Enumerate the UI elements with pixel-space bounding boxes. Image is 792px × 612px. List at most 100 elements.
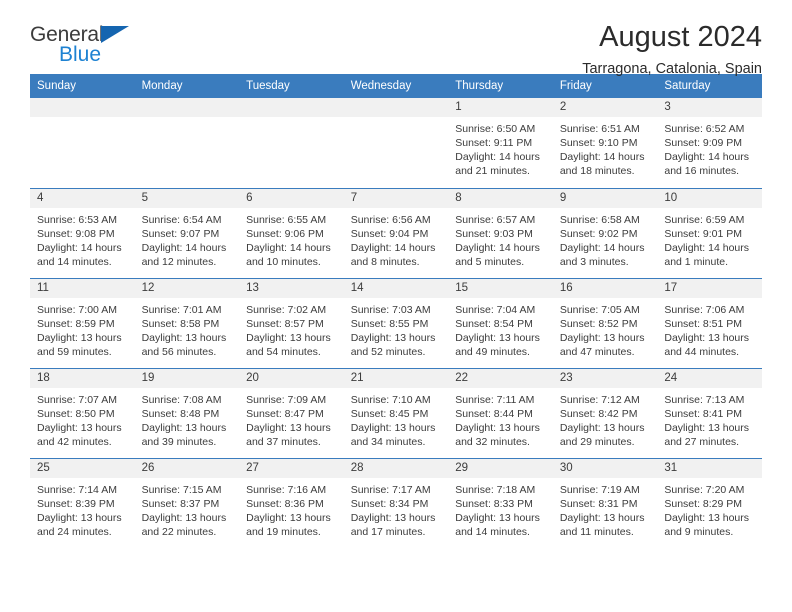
weekday-header-friday: Friday [552, 74, 658, 98]
daylight-text: Daylight: 13 hours [559, 421, 645, 434]
day-details: Sunrise: 7:19 AM Sunset: 8:31 PM Daylight:… [553, 478, 658, 539]
calendar-day-cell[interactable]: 29 Sunrise: 7:18 AM Sunset: 8:33 PM Dayligh… [448, 457, 553, 548]
calendar-day-cell[interactable]: 22 Sunrise: 7:11 AM Sunset: 8:44 PM Dayligh… [448, 367, 553, 458]
day-details: Sunrise: 7:10 AM Sunset: 8:45 PM Daylight:… [344, 388, 449, 449]
calendar-day-cell[interactable]: 31 Sunrise: 7:20 AM Sunset: 8:29 PM Dayligh… [657, 457, 762, 548]
calendar-day-cell[interactable]: 8 Sunrise: 6:57 AM Sunset: 9:03 PM Daylight… [448, 187, 553, 278]
daylight-text: Daylight: 14 hours [350, 241, 436, 254]
sunset-text: Sunset: 8:37 PM [141, 497, 220, 510]
sunset-text: Sunset: 9:04 PM [350, 227, 429, 240]
sunrise-text: Sunrise: 7:05 AM [559, 303, 640, 316]
calendar-day-cell[interactable]: 7 Sunrise: 6:56 AM Sunset: 9:04 PM Daylight… [343, 187, 449, 278]
day-number: 3 [657, 98, 762, 117]
daylight-text: Daylight: 13 hours [350, 331, 436, 344]
day-number: 20 [239, 368, 344, 388]
calendar-day-cell[interactable]: 18 Sunrise: 7:07 AM Sunset: 8:50 PM Dayligh… [30, 367, 135, 458]
calendar-day-cell[interactable]: 25 Sunrise: 7:14 AM Sunset: 8:39 PM Dayligh… [30, 457, 135, 548]
calendar-day-cell[interactable]: 13 Sunrise: 7:02 AM Sunset: 8:57 PM Dayligh… [239, 277, 344, 368]
day-details: Sunrise: 7:11 AM Sunset: 8:44 PM Daylight:… [448, 388, 553, 449]
sunset-text: Sunset: 8:58 PM [141, 317, 220, 330]
calendar-day-cell[interactable]: 11 Sunrise: 7:00 AM Sunset: 8:59 PM Dayligh… [30, 277, 135, 368]
calendar-day-cell[interactable]: 20 Sunrise: 7:09 AM Sunset: 8:47 PM Dayligh… [239, 367, 344, 458]
sunrise-text: Sunrise: 7:08 AM [141, 393, 222, 406]
daylight-text: and 39 minutes. [141, 435, 217, 448]
calendar-day-cell[interactable]: 10 Sunrise: 6:59 AM Sunset: 9:01 PM Dayligh… [657, 187, 762, 278]
day-number: 31 [657, 458, 762, 478]
weekday-header-saturday: Saturday [657, 74, 762, 98]
calendar-day-cell[interactable]: 9 Sunrise: 6:58 AM Sunset: 9:02 PM Daylight… [552, 187, 658, 278]
calendar-day-cell[interactable]: 12 Sunrise: 7:01 AM Sunset: 8:58 PM Dayligh… [134, 277, 240, 368]
daylight-text: and 47 minutes. [559, 345, 635, 358]
daylight-text: Daylight: 14 hours [559, 241, 645, 254]
calendar-day-cell[interactable]: 26 Sunrise: 7:15 AM Sunset: 8:37 PM Dayligh… [134, 457, 240, 548]
calendar-day-cell[interactable]: 2 Sunrise: 6:51 AM Sunset: 9:10 PM Daylight… [552, 98, 658, 188]
day-details: Sunrise: 6:55 AM Sunset: 9:06 PM Daylight:… [239, 208, 344, 269]
sunset-text: Sunset: 8:39 PM [37, 497, 115, 510]
sunrise-text: Sunrise: 6:55 AM [246, 213, 327, 226]
day-details: Sunrise: 6:58 AM Sunset: 9:02 PM Daylight:… [553, 208, 658, 269]
sunrise-text: Sunrise: 6:53 AM [37, 213, 117, 226]
sunset-text: Sunset: 8:34 PM [350, 497, 429, 510]
day-details: Sunrise: 7:08 AM Sunset: 8:48 PM Daylight:… [135, 388, 240, 449]
day-details: Sunrise: 6:56 AM Sunset: 9:04 PM Daylight:… [344, 208, 449, 269]
day-number: 10 [657, 188, 762, 208]
day-details: Sunrise: 7:17 AM Sunset: 8:34 PM Daylight:… [344, 478, 449, 539]
day-number: 28 [343, 458, 449, 478]
day-number: 12 [134, 278, 240, 298]
daylight-text: and 9 minutes. [664, 525, 734, 538]
general-blue-logo[interactable]: General Blue [30, 22, 150, 74]
sunset-text: Sunset: 8:48 PM [141, 407, 220, 420]
calendar-day-cell[interactable]: 16 Sunrise: 7:05 AM Sunset: 8:52 PM Dayligh… [552, 277, 658, 368]
calendar-day-cell[interactable]: 21 Sunrise: 7:10 AM Sunset: 8:45 PM Dayligh… [343, 367, 449, 458]
day-details: Sunrise: 7:16 AM Sunset: 8:36 PM Daylight:… [239, 478, 344, 539]
sunrise-text: Sunrise: 6:59 AM [664, 213, 745, 226]
day-details: Sunrise: 7:07 AM Sunset: 8:50 PM Daylight:… [30, 388, 135, 449]
day-details: Sunrise: 6:57 AM Sunset: 9:03 PM Daylight:… [448, 208, 553, 269]
calendar-day-cell[interactable]: 23 Sunrise: 7:12 AM Sunset: 8:42 PM Dayligh… [552, 367, 658, 458]
daylight-text: Daylight: 13 hours [350, 511, 436, 524]
sunset-text: Sunset: 9:08 PM [37, 227, 115, 240]
daylight-text: and 49 minutes. [455, 345, 530, 358]
sunset-text: Sunset: 8:42 PM [559, 407, 638, 420]
daylight-text: Daylight: 14 hours [37, 241, 122, 254]
day-number [134, 98, 240, 117]
day-number: 27 [239, 458, 344, 478]
calendar-day-cell[interactable]: 6 Sunrise: 6:55 AM Sunset: 9:06 PM Daylight… [239, 187, 344, 278]
sunset-text: Sunset: 8:36 PM [246, 497, 324, 510]
daylight-text: Daylight: 13 hours [37, 421, 122, 434]
calendar-day-cell[interactable]: 30 Sunrise: 7:19 AM Sunset: 8:31 PM Dayligh… [552, 457, 658, 548]
calendar-day-cell[interactable]: 4 Sunrise: 6:53 AM Sunset: 9:08 PM Daylight… [30, 187, 135, 278]
logo-triangle-icon [101, 26, 129, 43]
calendar-day-cell[interactable]: 15 Sunrise: 7:04 AM Sunset: 8:54 PM Dayligh… [448, 277, 553, 368]
calendar-day-cell[interactable]: 5 Sunrise: 6:54 AM Sunset: 9:07 PM Daylight… [134, 187, 240, 278]
sunrise-text: Sunrise: 6:54 AM [141, 213, 222, 226]
sunset-text: Sunset: 8:59 PM [37, 317, 115, 330]
calendar-day-cell[interactable]: 17 Sunrise: 7:06 AM Sunset: 8:51 PM Dayligh… [657, 277, 762, 368]
title-block: August 2024 Tarragona, Catalonia, Spain [150, 22, 762, 78]
daylight-text: and 34 minutes. [350, 435, 426, 448]
calendar-day-cell[interactable]: 14 Sunrise: 7:03 AM Sunset: 8:55 PM Dayligh… [343, 277, 449, 368]
daylight-text: and 8 minutes. [350, 255, 420, 268]
calendar-day-cell[interactable]: 27 Sunrise: 7:16 AM Sunset: 8:36 PM Dayligh… [239, 457, 344, 548]
day-number: 24 [657, 368, 762, 388]
daylight-text: Daylight: 14 hours [664, 151, 750, 163]
sunrise-text: Sunrise: 7:00 AM [37, 303, 117, 316]
sunrise-text: Sunrise: 6:58 AM [559, 213, 640, 226]
daylight-text: and 10 minutes. [246, 255, 321, 268]
daylight-text: Daylight: 13 hours [141, 511, 227, 524]
daylight-text: Daylight: 13 hours [664, 511, 750, 524]
sunrise-text: Sunrise: 7:14 AM [37, 483, 117, 496]
daylight-text: and 24 minutes. [37, 525, 112, 538]
sunset-text: Sunset: 9:03 PM [455, 227, 533, 240]
calendar-day-cell[interactable]: 3 Sunrise: 6:52 AM Sunset: 9:09 PM Daylight… [657, 98, 762, 188]
calendar-day-cell[interactable]: 19 Sunrise: 7:08 AM Sunset: 8:48 PM Dayligh… [134, 367, 240, 458]
sunrise-text: Sunrise: 7:10 AM [350, 393, 431, 406]
weekday-header-tuesday: Tuesday [239, 74, 344, 98]
sunset-text: Sunset: 8:31 PM [559, 497, 638, 510]
sunrise-text: Sunrise: 7:03 AM [350, 303, 431, 316]
calendar-day-cell[interactable]: 28 Sunrise: 7:17 AM Sunset: 8:34 PM Dayligh… [343, 457, 449, 548]
calendar-day-cell[interactable]: 1 Sunrise: 6:50 AM Sunset: 9:11 PM Daylight… [448, 98, 553, 188]
calendar-day-cell[interactable]: 24 Sunrise: 7:13 AM Sunset: 8:41 PM Dayligh… [657, 367, 762, 458]
day-number: 30 [552, 458, 658, 478]
day-number [343, 98, 449, 117]
